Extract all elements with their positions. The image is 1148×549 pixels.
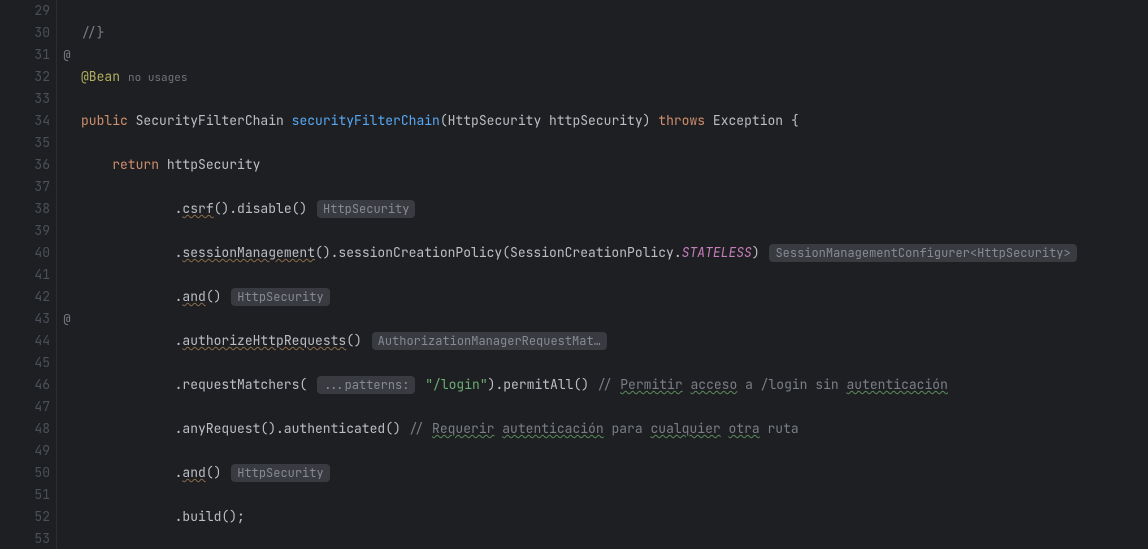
inlay-hint[interactable]: AuthorizationManagerRequestMat… (372, 332, 607, 350)
comment: // Permitir acceso a /login sin autentic… (597, 376, 948, 393)
line-number: 39 (0, 220, 50, 242)
params: (HttpSecurity httpSecurity) (440, 112, 651, 129)
comment: // Requerir autenticación para cualquier… (409, 420, 799, 437)
inlay-hint[interactable]: HttpSecurity (317, 200, 415, 218)
line-number: 44 (0, 330, 50, 352)
line-number-gutter: 29 30 31 32 33 34 35 36 37 38 39 40 41 4… (0, 0, 57, 549)
param-hint[interactable]: ...patterns: (317, 376, 415, 394)
bean-gutter-icon[interactable]: @ (57, 308, 77, 330)
line-number: 53 (0, 528, 50, 549)
annotation: @Bean (81, 68, 120, 85)
warning-text: sessionManagement (182, 244, 315, 261)
code-text: httpSecurity (159, 156, 260, 173)
code-text: ).permitAll() (488, 376, 597, 393)
line-number: 34 (0, 110, 50, 132)
code-text: () (206, 464, 222, 481)
line-number: 38 (0, 198, 50, 220)
constant: STATELESS (682, 244, 752, 261)
code-text: ) (752, 244, 760, 261)
code-text: .build(); (175, 508, 245, 525)
code-text: .requestMatchers( (175, 376, 315, 393)
warning-text: and (182, 288, 205, 305)
line-number: 29 (0, 0, 50, 22)
line-number: 37 (0, 176, 50, 198)
inlay-hint[interactable]: HttpSecurity (231, 464, 329, 482)
line-number: 45 (0, 352, 50, 374)
gutter-icons: @ @ (57, 0, 77, 549)
warning-text: and (182, 464, 205, 481)
code-text: () (206, 288, 222, 305)
string-literal: "/login" (425, 376, 487, 393)
keyword: public (81, 112, 128, 129)
line-number: 40 (0, 242, 50, 264)
code-text: //} (81, 24, 104, 41)
warning-text: authorizeHttpRequests (182, 332, 346, 349)
line-number: 48 (0, 418, 50, 440)
warning-text: csrf (182, 200, 213, 217)
method-name: securityFilterChain (292, 112, 440, 129)
keyword: throws (658, 112, 705, 129)
line-number: 31 (0, 44, 50, 66)
code-text: Exception { (713, 112, 799, 129)
usages-hint[interactable]: no usages (128, 71, 187, 85)
inlay-hint[interactable]: HttpSecurity (231, 288, 329, 306)
line-number: 41 (0, 264, 50, 286)
type: SecurityFilterChain (136, 112, 284, 129)
line-number: 52 (0, 506, 50, 528)
line-number: 35 (0, 132, 50, 154)
line-number: 46 (0, 374, 50, 396)
line-number: 51 (0, 484, 50, 506)
line-number: 32 (0, 66, 50, 88)
code-text: ().sessionCreationPolicy(SessionCreation… (315, 244, 682, 261)
line-number: 30 (0, 22, 50, 44)
line-number: 50 (0, 462, 50, 484)
code-area[interactable]: //} @Bean no usages public SecurityFilter… (77, 0, 1148, 549)
code-editor[interactable]: 29 30 31 32 33 34 35 36 37 38 39 40 41 4… (0, 0, 1148, 549)
bean-gutter-icon[interactable]: @ (57, 44, 77, 66)
code-text: () (346, 332, 362, 349)
line-number: 43 (0, 308, 50, 330)
code-text: .anyRequest().authenticated() (175, 420, 409, 437)
inlay-hint[interactable]: SessionManagementConfigurer<HttpSecurity… (769, 244, 1076, 262)
code-text: ().disable() (214, 200, 308, 217)
line-number: 47 (0, 396, 50, 418)
line-number: 42 (0, 286, 50, 308)
line-number: 33 (0, 88, 50, 110)
line-number: 36 (0, 154, 50, 176)
keyword: return (112, 156, 159, 173)
line-number: 49 (0, 440, 50, 462)
